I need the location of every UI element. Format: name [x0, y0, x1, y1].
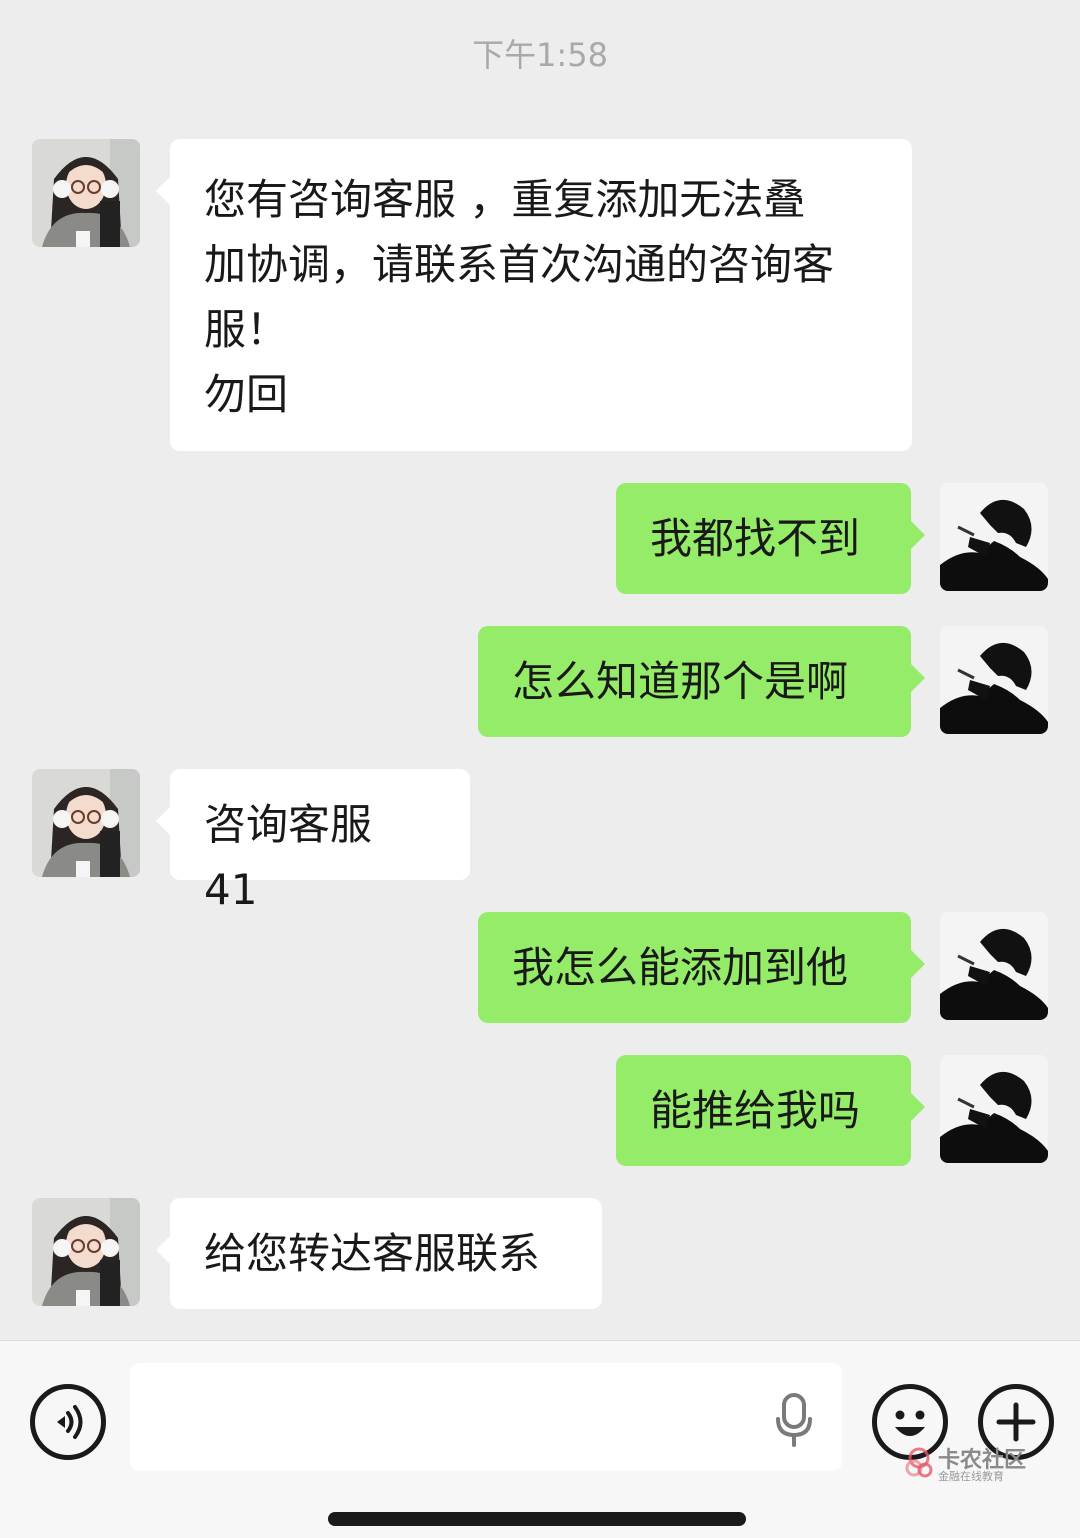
- my-avatar[interactable]: [940, 626, 1048, 734]
- message-text: 怎么知道那个是啊: [512, 657, 849, 706]
- message-text: 我怎么能添加到他: [512, 943, 849, 992]
- outgoing-message-bubble[interactable]: 能推给我吗: [616, 1055, 925, 1166]
- message-text: 能推给我吗: [650, 1086, 861, 1135]
- agent-avatar[interactable]: [32, 139, 140, 247]
- outgoing-message-bubble[interactable]: 我怎么能添加到他: [478, 912, 925, 1023]
- outgoing-message-bubble[interactable]: 我都找不到: [616, 483, 925, 594]
- incoming-message-bubble[interactable]: 您有咨询客服 ，重复添加无法叠 加协调，请联系首次沟通的咨询客 服！ 勿回: [156, 139, 912, 451]
- message-text: 给您转达客服联系: [204, 1229, 541, 1278]
- message-text: 您有咨询客服 ，重复添加无法叠 加协调，请联系首次沟通的咨询客 服！ 勿回: [204, 175, 835, 419]
- message-text: 我都找不到: [650, 514, 861, 563]
- my-avatar[interactable]: [940, 1055, 1048, 1163]
- microphone-icon[interactable]: [774, 1393, 814, 1447]
- message-input[interactable]: [130, 1363, 842, 1471]
- incoming-message-bubble[interactable]: 给您转达客服联系: [156, 1198, 602, 1309]
- home-indicator[interactable]: [328, 1512, 746, 1526]
- my-avatar[interactable]: [940, 483, 1048, 591]
- watermark: 卡农社区 金融在线教育: [904, 1446, 1034, 1486]
- message-timestamp: 下午1:58: [472, 36, 608, 74]
- watermark-subtitle: 金融在线教育: [938, 1470, 1004, 1483]
- voice-wave-icon: [57, 1405, 83, 1439]
- outgoing-message-bubble[interactable]: 怎么知道那个是啊: [478, 626, 925, 737]
- message-text: 咨询客服 41: [204, 800, 386, 914]
- agent-avatar[interactable]: [32, 769, 140, 877]
- voice-toggle-button[interactable]: [30, 1384, 106, 1460]
- incoming-message-bubble[interactable]: 咨询客服 41: [156, 769, 470, 914]
- agent-avatar[interactable]: [32, 1198, 140, 1306]
- my-avatar[interactable]: [940, 912, 1048, 1020]
- watermark-logo-icon: [905, 1447, 933, 1478]
